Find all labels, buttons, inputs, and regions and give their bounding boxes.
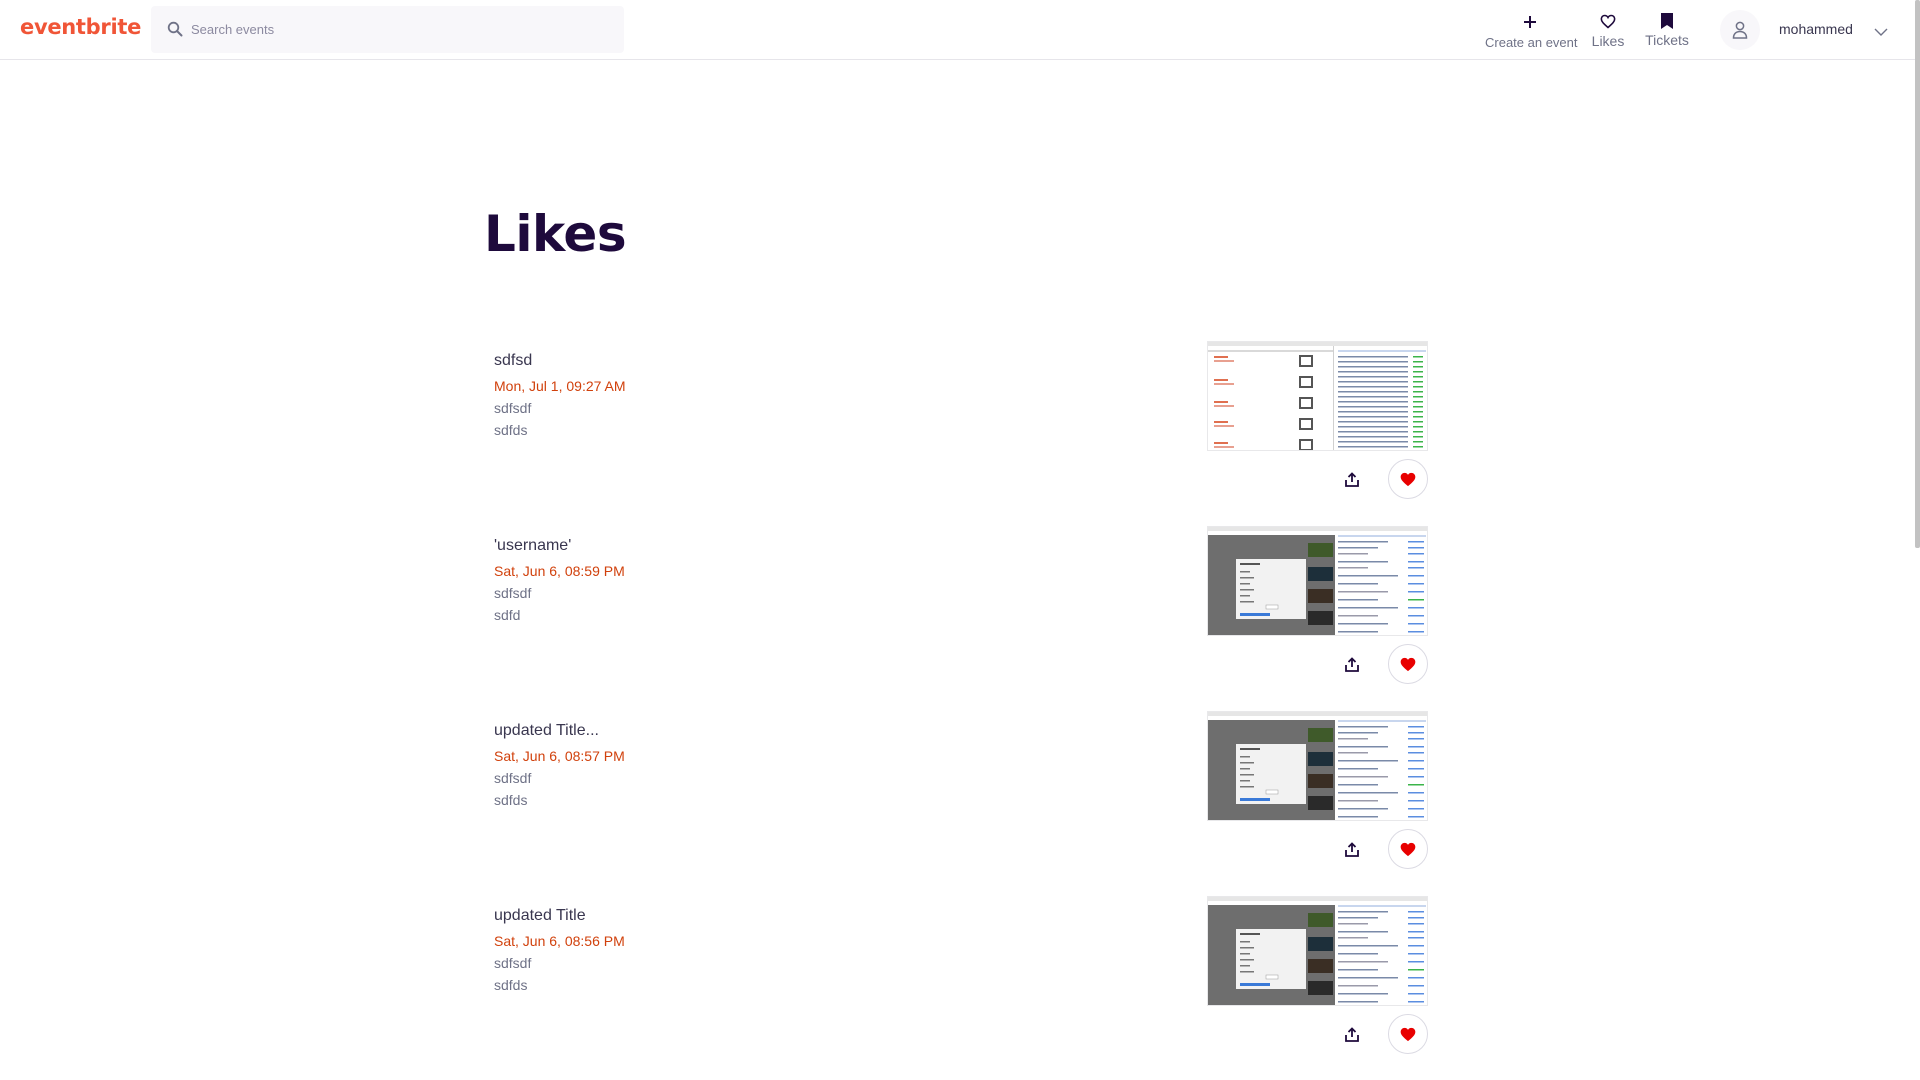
event-title[interactable]: sdfsd: [494, 352, 532, 370]
share-button[interactable]: [1339, 836, 1365, 862]
eventbrite-logo[interactable]: eventbrite: [20, 15, 141, 39]
ticket-icon: [1643, 13, 1691, 33]
event-thumbnail[interactable]: [1207, 896, 1428, 1006]
like-button[interactable]: [1388, 459, 1428, 499]
event-detail: sdfds: [494, 792, 528, 808]
event-date: Mon, Jul 1, 09:27 AM: [494, 378, 626, 394]
heart-filled-icon: [1400, 1027, 1416, 1041]
create-event-link[interactable]: Create an event: [1485, 12, 1578, 50]
heart-filled-icon: [1400, 657, 1416, 671]
share-icon: [1345, 841, 1359, 857]
likes-label: Likes: [1591, 33, 1625, 49]
event-detail: sdfd: [494, 607, 521, 623]
plus-icon: [1485, 15, 1575, 35]
user-icon: [1732, 21, 1748, 39]
liked-event-card[interactable]: sdfsd Mon, Jul 1, 09:27 AM sdfsdf sdfds: [484, 341, 1430, 512]
event-title[interactable]: 'username': [494, 537, 571, 555]
liked-event-card[interactable]: 'username' Sat, Jun 6, 08:59 PM sdfsdf s…: [484, 526, 1430, 697]
event-detail: sdfds: [494, 977, 528, 993]
share-button[interactable]: [1339, 1021, 1365, 1047]
event-date: Sat, Jun 6, 08:57 PM: [494, 748, 625, 764]
heart-outline-icon: [1588, 14, 1628, 34]
like-button[interactable]: [1388, 644, 1428, 684]
share-button[interactable]: [1339, 651, 1365, 677]
create-event-label: Create an event: [1485, 35, 1578, 50]
like-button[interactable]: [1388, 829, 1428, 869]
top-header: eventbrite Create an event Likes Tickets…: [0, 0, 1920, 60]
event-detail: sdfds: [494, 422, 528, 438]
share-icon: [1345, 471, 1359, 487]
heart-filled-icon: [1400, 472, 1416, 486]
event-thumbnail[interactable]: [1207, 526, 1428, 636]
share-button[interactable]: [1339, 466, 1365, 492]
event-thumbnail[interactable]: [1207, 341, 1428, 451]
like-button[interactable]: [1388, 1014, 1428, 1054]
tickets-link[interactable]: Tickets: [1643, 12, 1691, 48]
event-title[interactable]: updated Title: [494, 907, 586, 925]
likes-link[interactable]: Likes: [1588, 12, 1628, 49]
search-input[interactable]: [191, 6, 611, 53]
event-location: sdfsdf: [494, 955, 532, 971]
event-location: sdfsdf: [494, 400, 532, 416]
avatar[interactable]: [1720, 10, 1760, 50]
heart-filled-icon: [1400, 842, 1416, 856]
username-label[interactable]: mohammed: [1779, 21, 1853, 37]
scrollbar[interactable]: [1915, 0, 1920, 548]
share-icon: [1345, 1026, 1359, 1042]
event-date: Sat, Jun 6, 08:59 PM: [494, 563, 625, 579]
event-thumbnail[interactable]: [1207, 711, 1428, 821]
share-icon: [1345, 656, 1359, 672]
liked-event-card[interactable]: updated Title Sat, Jun 6, 08:56 PM sdfsd…: [484, 896, 1430, 1067]
search-bar[interactable]: [151, 6, 624, 53]
event-title[interactable]: updated Title...: [494, 722, 599, 740]
event-date: Sat, Jun 6, 08:56 PM: [494, 933, 625, 949]
tickets-label: Tickets: [1645, 32, 1689, 48]
page-title: Likes: [484, 205, 627, 263]
event-location: sdfsdf: [494, 770, 532, 786]
event-location: sdfsdf: [494, 585, 532, 601]
chevron-down-icon[interactable]: [1874, 24, 1888, 42]
search-icon: [167, 21, 183, 37]
liked-event-card[interactable]: updated Title... Sat, Jun 6, 08:57 PM sd…: [484, 711, 1430, 882]
